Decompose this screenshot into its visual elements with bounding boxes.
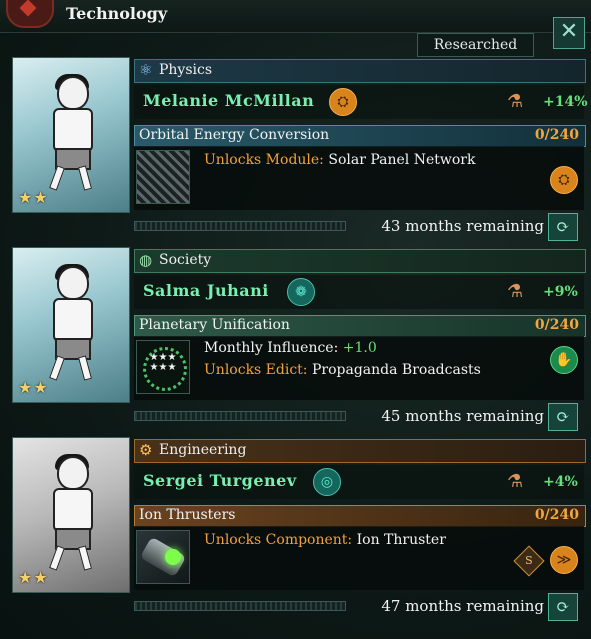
research-slot-engineering: ★★ ⚙ Engineering Sergei Turgenev ◎ ⚗ +4%… [0,437,591,622]
tech-effect-line: Unlocks Component: Ion Thruster [204,532,446,548]
scientist-portrait[interactable]: ★★ [12,247,130,403]
research-bonus: +14% [543,94,588,110]
window-title: Technology [66,4,168,23]
research-bonus: +4% [543,474,578,490]
scientist-figure [43,454,99,571]
scientist-portrait[interactable]: ★★ [12,57,130,213]
tech-body: Unlocks Component: Ion Thruster S ≫ [134,526,584,590]
spiral-icon[interactable]: ◎ [313,468,341,496]
progress-stripes [134,411,346,421]
category-label: Physics [159,62,213,78]
tech-progress: 0/240 [534,317,579,333]
research-bonus: +9% [543,284,578,300]
scientist-level-stars: ★★ [18,188,49,207]
time-remaining-row: 43 months remaining ⟳ [134,213,584,241]
researched-button[interactable]: Researched [417,33,534,57]
tech-effect-line: Monthly Influence: +1.0 [204,340,377,356]
months-remaining: 45 months remaining [381,407,544,425]
months-remaining: 43 months remaining [381,217,544,235]
research-slot-society: ★★ ◍ Society Salma Juhani ❁ ⚗ +9% Planet… [0,247,591,432]
tech-effect-line: Unlocks Edict: Propaganda Broadcasts [204,362,481,378]
tech-header[interactable]: Ion Thrusters 0/240 [134,505,586,527]
category-label: Engineering [159,442,247,458]
change-research-button[interactable]: ⟳ [548,213,578,241]
scientist-row: Salma Juhani ❁ ⚗ +9% [134,275,584,309]
tech-effect-line: Unlocks Module: Solar Panel Network [204,152,476,168]
factory-icon[interactable]: ⛭ [329,88,357,116]
change-research-button[interactable]: ⟳ [548,403,578,431]
change-research-button[interactable]: ⟳ [548,593,578,621]
category-bar-engineering: ⚙ Engineering [134,439,586,463]
flask-icon: ⚗ [507,91,524,112]
scientist-name[interactable]: Salma Juhani [143,281,269,300]
progress-stripes [134,601,346,611]
handshake-icon: ✋ [550,346,578,374]
tech-body: Unlocks Module: Solar Panel Network ⛭ [134,146,584,210]
scientist-portrait[interactable]: ★★ [12,437,130,593]
tech-name: Orbital Energy Conversion [139,127,330,143]
scientist-row: Melanie McMillan ⛭ ⚗ +14% [134,85,588,119]
scientist-level-stars: ★★ [18,568,49,587]
scientist-figure [43,74,99,191]
thruster-icon: ≫ [550,546,578,574]
tech-header[interactable]: Orbital Energy Conversion 0/240 [134,125,586,147]
empire-emblem-icon [6,0,54,28]
scientist-name[interactable]: Melanie McMillan [143,91,314,110]
time-remaining-row: 45 months remaining ⟳ [134,403,584,431]
progress-stripes [134,221,346,231]
gear-icon: ⚙ [139,441,153,459]
tech-header[interactable]: Planetary Unification 0/240 [134,315,586,337]
globe-icon: ◍ [139,251,153,269]
title-bar: Technology [0,0,591,33]
factory-icon: ⛭ [550,166,578,194]
category-bar-society: ◍ Society [134,249,586,273]
laurel-stars-tech-icon: ★★★ ★★★ [136,340,190,394]
ion-thruster-tech-icon [136,530,190,584]
solar-panel-tech-icon [136,150,190,204]
tech-progress: 0/240 [534,507,579,523]
tech-name: Planetary Unification [139,317,290,333]
scientist-level-stars: ★★ [18,378,49,397]
brain-icon[interactable]: ❁ [287,278,315,306]
size-badge: S [513,545,545,577]
time-remaining-row: 47 months remaining ⟳ [134,593,584,621]
flask-icon: ⚗ [507,281,524,302]
scientist-figure [43,264,99,381]
months-remaining: 47 months remaining [381,597,544,615]
scientist-row: Sergei Turgenev ◎ ⚗ +4% [134,465,584,499]
close-button[interactable]: ✕ [553,17,585,49]
flask-icon: ⚗ [507,471,524,492]
category-bar-physics: ⚛ Physics [134,59,586,83]
tech-progress: 0/240 [534,127,579,143]
category-label: Society [159,252,212,268]
scientist-name[interactable]: Sergei Turgenev [143,471,297,490]
atom-icon: ⚛ [139,61,153,79]
tech-name: Ion Thrusters [139,507,236,523]
tech-body: ★★★ ★★★ Monthly Influence: +1.0 Unlocks E… [134,336,584,400]
research-slot-physics: ★★ ⚛ Physics Melanie McMillan ⛭ ⚗ +14% O… [0,57,591,242]
